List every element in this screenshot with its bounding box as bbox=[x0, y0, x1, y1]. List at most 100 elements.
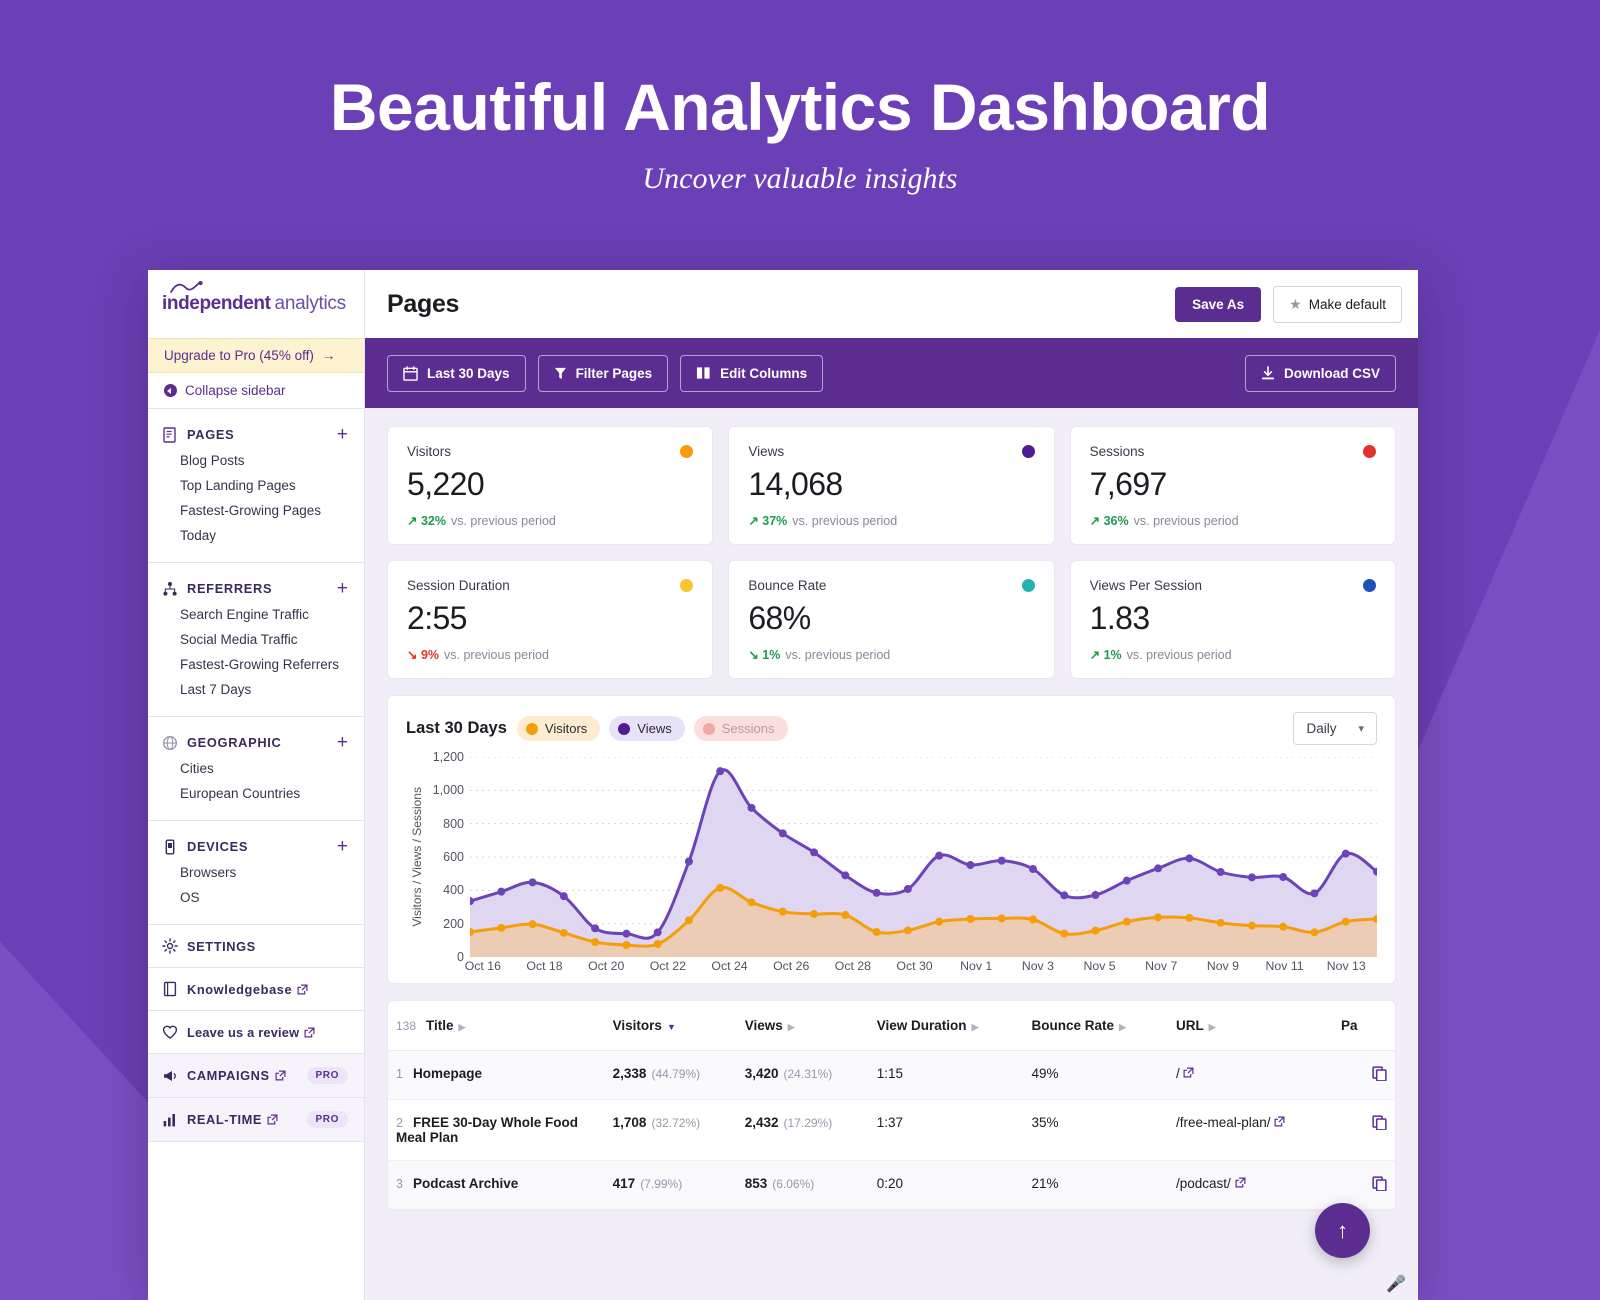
legend-label: Sessions bbox=[721, 721, 775, 736]
collapse-sidebar-button[interactable]: Collapse sidebar bbox=[148, 373, 364, 409]
logo[interactable]: independent analytics bbox=[148, 270, 364, 338]
sidebar-item-social-media-traffic[interactable]: Social Media Traffic bbox=[148, 627, 364, 652]
sort-icon[interactable]: ▶ bbox=[788, 1022, 795, 1032]
row-index: 2 bbox=[396, 1116, 403, 1130]
sidebar-item-real-time[interactable]: REAL-TIME PRO bbox=[148, 1098, 364, 1142]
table-header-label: Pa bbox=[1341, 1018, 1358, 1033]
sidebar-item-search-engine-traffic[interactable]: Search Engine Traffic bbox=[148, 602, 364, 627]
row-title[interactable]: Podcast Archive bbox=[413, 1176, 518, 1191]
add-icon[interactable]: + bbox=[337, 733, 348, 752]
cell-view-duration: 1:15 bbox=[868, 1050, 1024, 1100]
table-header-label: View Duration bbox=[876, 1018, 967, 1033]
table-header-url[interactable]: URL ▶ bbox=[1167, 1001, 1334, 1051]
table-header-view-duration[interactable]: View Duration ▶ bbox=[868, 1001, 1024, 1051]
stat-color-dot bbox=[1363, 445, 1376, 458]
sidebar-item-last-7-days[interactable]: Last 7 Days bbox=[148, 677, 364, 702]
sidebar-item-label: Knowledgebase bbox=[187, 982, 348, 997]
sort-icon[interactable]: ▶ bbox=[972, 1022, 979, 1032]
views-pct: (17.29%) bbox=[783, 1116, 833, 1130]
legend-label: Views bbox=[637, 721, 672, 736]
sidebar-group-header-devices[interactable]: DEVICES + bbox=[148, 833, 364, 860]
row-title[interactable]: Homepage bbox=[413, 1066, 482, 1081]
sort-icon[interactable]: ▶ bbox=[459, 1022, 466, 1032]
sidebar-item-knowledgebase[interactable]: Knowledgebase bbox=[148, 968, 364, 1011]
globe-icon bbox=[162, 735, 178, 750]
table-header-row: 138 Title ▶ Visitors ▼ Views ▶ View Duration ▶ Bo… bbox=[388, 1001, 1395, 1051]
sidebar-group-header-pages[interactable]: PAGES + bbox=[148, 421, 364, 448]
legend-item-sessions[interactable]: Sessions bbox=[693, 716, 788, 741]
content: Visitors 5,220 ↗ 32% vs. previous period Vie… bbox=[365, 408, 1418, 1300]
copy-icon[interactable] bbox=[1372, 1176, 1387, 1192]
filter-icon bbox=[554, 367, 566, 379]
make-default-button[interactable]: ★ Make default bbox=[1273, 285, 1402, 323]
sort-icon[interactable]: ▶ bbox=[1119, 1022, 1126, 1032]
filter-pages-button[interactable]: Filter Pages bbox=[537, 354, 669, 392]
legend-item-visitors[interactable]: Visitors bbox=[516, 716, 601, 741]
stat-delta: ↘ 1% bbox=[748, 648, 781, 662]
copy-icon[interactable] bbox=[1372, 1115, 1387, 1131]
microphone-icon[interactable]: 🎤 bbox=[1386, 1274, 1406, 1294]
visitors-pct: (32.72%) bbox=[651, 1116, 701, 1130]
stat-card-views: Views 14,068 ↗ 37% vs. previous period bbox=[728, 426, 1055, 545]
copy-icon[interactable] bbox=[1372, 1066, 1387, 1082]
download-csv-button[interactable]: Download CSV bbox=[1244, 354, 1396, 392]
sidebar-group-header-geographic[interactable]: GEOGRAPHIC + bbox=[148, 729, 364, 756]
table-header-bounce-rate[interactable]: Bounce Rate ▶ bbox=[1023, 1001, 1168, 1051]
sidebar-item-fastest-growing-referrers[interactable]: Fastest-Growing Referrers bbox=[148, 652, 364, 677]
add-icon[interactable]: + bbox=[337, 579, 348, 598]
edit-columns-button[interactable]: Edit Columns bbox=[680, 354, 824, 392]
date-range-button[interactable]: Last 30 Days bbox=[387, 354, 526, 392]
sidebar-item-leave-us-a-review[interactable]: Leave us a review bbox=[148, 1011, 364, 1054]
legend-item-views[interactable]: Views bbox=[609, 716, 685, 741]
scroll-to-top-button[interactable]: ↑ bbox=[1315, 1203, 1370, 1258]
cell-url[interactable]: / bbox=[1167, 1050, 1334, 1100]
sidebar-item-campaigns[interactable]: CAMPAIGNS PRO bbox=[148, 1054, 364, 1098]
bars-icon bbox=[163, 1113, 175, 1126]
stat-value: 5,220 bbox=[407, 466, 485, 502]
add-icon[interactable]: + bbox=[337, 837, 348, 856]
y-tick-label: 400 bbox=[443, 883, 464, 898]
sidebar-group-header-referrers[interactable]: REFERRERS + bbox=[148, 575, 364, 602]
stat-delta: ↗ 1% bbox=[1089, 648, 1122, 662]
sidebar-item-blog-posts[interactable]: Blog Posts bbox=[148, 448, 364, 473]
sort-icon[interactable]: ▼ bbox=[667, 1022, 676, 1032]
referrers-icon bbox=[163, 581, 177, 596]
sidebar-item-settings[interactable]: SETTINGS bbox=[148, 925, 364, 968]
granularity-select[interactable]: Daily ▾ bbox=[1293, 712, 1377, 745]
table-header-title[interactable]: 138 Title ▶ bbox=[388, 1001, 605, 1051]
toolbar: Last 30 Days Filter Pages Edit Columns D… bbox=[365, 338, 1418, 408]
table-header-pa[interactable]: Pa bbox=[1333, 1001, 1395, 1051]
sidebar-group-pages: PAGES + Blog Posts Top Landing Pages Fastest… bbox=[148, 409, 364, 563]
stat-value: 2:55 bbox=[407, 600, 467, 636]
sidebar-item-os[interactable]: OS bbox=[148, 885, 364, 910]
external-link-icon bbox=[275, 1070, 286, 1081]
save-as-button[interactable]: Save As bbox=[1175, 286, 1262, 322]
sidebar-item-fastest-growing-pages[interactable]: Fastest-Growing Pages bbox=[148, 498, 364, 523]
table-header-views[interactable]: Views ▶ bbox=[736, 1001, 869, 1051]
table-row[interactable]: 2 FREE 30-Day Whole Food Meal Plan 1,708 (3… bbox=[388, 1099, 1395, 1161]
pro-badge: PRO bbox=[306, 1111, 348, 1128]
stat-comparison: ↗ 36% vs. previous period bbox=[1090, 513, 1376, 529]
table-row[interactable]: 3 Podcast Archive 417 (7.99%) 853 (6.06%) 0:20… bbox=[388, 1160, 1395, 1210]
cell-url[interactable]: /free-meal-plan/ bbox=[1167, 1099, 1334, 1161]
download-icon bbox=[1261, 365, 1275, 379]
sidebar-item-cities[interactable]: Cities bbox=[148, 756, 364, 781]
stat-card-bounce-rate: Bounce Rate 68% ↘ 1% vs. previous period bbox=[728, 560, 1055, 679]
row-title[interactable]: FREE 30-Day Whole Food Meal Plan bbox=[396, 1115, 578, 1145]
sort-icon[interactable]: ▶ bbox=[1209, 1022, 1216, 1032]
x-tick-label: Nov 13 bbox=[1326, 959, 1366, 973]
table-header-visitors[interactable]: Visitors ▼ bbox=[604, 1001, 737, 1051]
sidebar-item-top-landing-pages[interactable]: Top Landing Pages bbox=[148, 473, 364, 498]
sidebar-item-european-countries[interactable]: European Countries bbox=[148, 781, 364, 806]
sidebar-item-browsers[interactable]: Browsers bbox=[148, 860, 364, 885]
stat-label: Views Per Session bbox=[1089, 578, 1202, 593]
cell-copy[interactable] bbox=[1333, 1099, 1395, 1161]
add-icon[interactable]: + bbox=[337, 425, 348, 444]
cell-url[interactable]: /podcast/ bbox=[1167, 1160, 1334, 1210]
views-pct: (24.31%) bbox=[783, 1067, 833, 1081]
cell-copy[interactable] bbox=[1333, 1050, 1395, 1100]
table-row[interactable]: 1 Homepage 2,338 (44.79%) 3,420 (24.31%) 1:15 4… bbox=[388, 1050, 1395, 1100]
sidebar-group-label: GEOGRAPHIC bbox=[187, 735, 282, 750]
sidebar-item-today[interactable]: Today bbox=[148, 523, 364, 548]
upgrade-to-pro-link[interactable]: Upgrade to Pro (45% off) → bbox=[148, 338, 364, 373]
